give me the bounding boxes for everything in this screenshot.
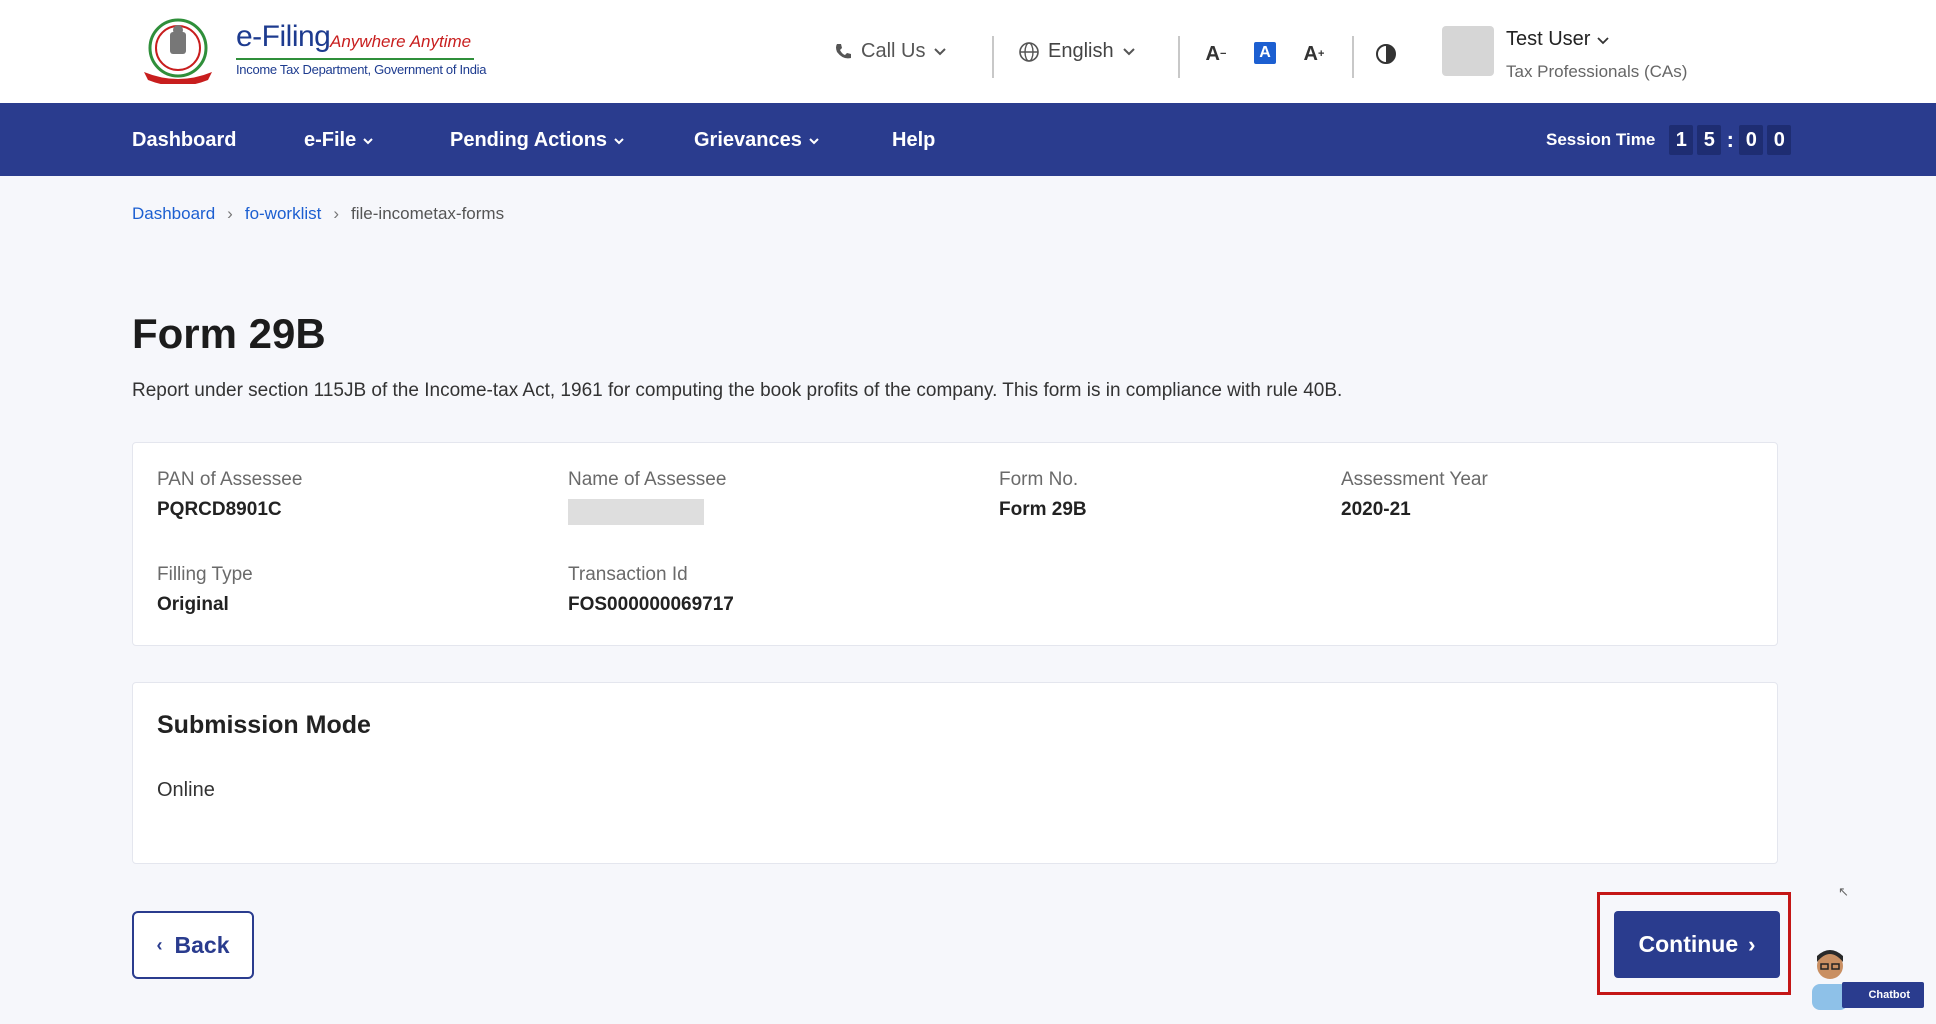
nav-label: Dashboard bbox=[132, 129, 237, 151]
page-description: Report under section 115JB of the Income… bbox=[132, 380, 1343, 401]
cursor-icon: ↖ bbox=[1838, 884, 1849, 899]
name-label: Name of Assessee bbox=[568, 469, 727, 490]
user-menu[interactable]: Test User bbox=[1506, 28, 1610, 51]
transaction-id-value: FOS000000069717 bbox=[568, 594, 734, 615]
chatbot-label: Chatbot bbox=[1842, 982, 1924, 1008]
contrast-icon[interactable] bbox=[1374, 42, 1398, 66]
submission-mode-card: Submission Mode Online bbox=[132, 682, 1778, 864]
font-increase-label: A bbox=[1303, 42, 1318, 65]
nav-label: Pending Actions bbox=[450, 129, 608, 151]
emblem-icon bbox=[144, 18, 212, 84]
form-no-value: Form 29B bbox=[999, 499, 1087, 520]
nav-item-efile[interactable]: e-File bbox=[304, 129, 374, 152]
pan-field: PAN of Assessee PQRCD8901C bbox=[157, 469, 302, 521]
chatbot-widget[interactable]: Chatbot bbox=[1806, 944, 1926, 1010]
assessment-year-value: 2020-21 bbox=[1341, 499, 1411, 520]
breadcrumb-fo-worklist[interactable]: fo-worklist bbox=[245, 204, 322, 224]
chevron-down-icon bbox=[934, 47, 947, 55]
pan-value: PQRCD8901C bbox=[157, 499, 282, 520]
chevron-down-icon bbox=[1122, 47, 1135, 55]
call-us-dropdown[interactable]: Call Us bbox=[833, 40, 947, 63]
logo-divider bbox=[236, 58, 474, 60]
avatar[interactable] bbox=[1442, 26, 1494, 76]
breadcrumb-separator: › bbox=[333, 204, 340, 223]
user-role: Tax Professionals (CAs) bbox=[1506, 62, 1688, 81]
nav-item-pending-actions[interactable]: Pending Actions bbox=[450, 129, 625, 152]
nav-label: Grievances bbox=[694, 129, 802, 151]
nav-label: Help bbox=[892, 129, 936, 151]
chevron-down-icon bbox=[363, 137, 373, 144]
globe-icon bbox=[1019, 41, 1039, 62]
assessment-year-field: Assessment Year 2020-21 bbox=[1341, 469, 1488, 521]
back-button[interactable]: ‹ Back bbox=[132, 911, 254, 979]
breadcrumb-dashboard[interactable]: Dashboard bbox=[132, 204, 215, 224]
header-divider bbox=[992, 36, 994, 78]
logo-tagline: Anywhere Anytime bbox=[330, 32, 472, 51]
continue-button[interactable]: Continue › bbox=[1614, 911, 1780, 978]
header-divider bbox=[1352, 36, 1354, 78]
language-dropdown[interactable]: English bbox=[1018, 40, 1136, 63]
transaction-id-label: Transaction Id bbox=[568, 564, 688, 585]
submission-mode-value: Online bbox=[157, 779, 215, 801]
call-us-label: Call Us bbox=[861, 40, 926, 62]
breadcrumb-separator: › bbox=[227, 204, 233, 223]
nav-item-grievances[interactable]: Grievances bbox=[694, 129, 820, 152]
session-label: Session Time bbox=[1546, 130, 1656, 149]
logo-title: e-Filing bbox=[236, 20, 331, 53]
filing-type-label: Filling Type bbox=[157, 564, 253, 585]
logo-subtitle: Income Tax Department, Government of Ind… bbox=[236, 62, 487, 77]
font-increase-button[interactable]: A + bbox=[1300, 40, 1328, 68]
phone-icon bbox=[836, 43, 851, 58]
submission-mode-title: Submission Mode bbox=[157, 711, 371, 739]
nav-label: e-File bbox=[304, 129, 357, 151]
session-digit: 0 bbox=[1739, 125, 1764, 155]
chevron-down-icon bbox=[614, 137, 624, 144]
filing-type-field: Filling Type Original bbox=[157, 564, 253, 616]
back-label: Back bbox=[174, 931, 230, 958]
session-digit: 1 bbox=[1669, 125, 1694, 155]
efiling-logo[interactable]: e-Filing Anywhere Anytime Income Tax Dep… bbox=[130, 14, 486, 84]
language-label: English bbox=[1048, 40, 1114, 62]
top-header: e-Filing Anywhere Anytime Income Tax Dep… bbox=[0, 0, 1936, 103]
page-title: Form 29B bbox=[132, 310, 326, 357]
chevron-down-icon bbox=[1597, 36, 1610, 44]
session-timer: Session Time 1 5 : 0 0 bbox=[1546, 125, 1792, 155]
redacted-name bbox=[568, 499, 704, 525]
nav-item-dashboard[interactable]: Dashboard bbox=[132, 129, 236, 152]
user-name: Test User bbox=[1506, 28, 1591, 50]
form-details-card: PAN of Assessee PQRCD8901C Name of Asses… bbox=[132, 442, 1778, 646]
form-no-field: Form No. Form 29B bbox=[999, 469, 1087, 521]
name-field: Name of Assessee bbox=[568, 469, 726, 525]
continue-label: Continue bbox=[1638, 931, 1739, 957]
chevron-left-icon: ‹ bbox=[156, 934, 163, 955]
pan-label: PAN of Assessee bbox=[157, 469, 303, 490]
main-nav: Dashboard e-File Pending Actions Grievan… bbox=[0, 103, 1936, 176]
chevron-down-icon bbox=[809, 137, 819, 144]
session-digit: 0 bbox=[1767, 125, 1792, 155]
header-divider bbox=[1178, 36, 1180, 78]
font-reset-label: A bbox=[1259, 44, 1271, 61]
filing-type-value: Original bbox=[157, 594, 229, 615]
nav-item-help[interactable]: Help bbox=[892, 129, 935, 152]
session-digit: 5 bbox=[1697, 125, 1722, 155]
font-reset-button[interactable]: A bbox=[1254, 42, 1276, 64]
form-no-label: Form No. bbox=[999, 469, 1079, 490]
session-colon: : bbox=[1726, 127, 1734, 152]
chevron-right-icon: › bbox=[1748, 931, 1756, 957]
breadcrumb-current: file-incometax-forms bbox=[351, 204, 505, 223]
transaction-id-field: Transaction Id FOS000000069717 bbox=[568, 564, 734, 616]
font-decrease-label: A bbox=[1205, 42, 1220, 65]
assessment-year-label: Assessment Year bbox=[1341, 469, 1488, 490]
breadcrumb: Dashboard › fo-worklist › file-incometax… bbox=[132, 204, 504, 224]
font-decrease-button[interactable]: A − bbox=[1202, 40, 1230, 68]
